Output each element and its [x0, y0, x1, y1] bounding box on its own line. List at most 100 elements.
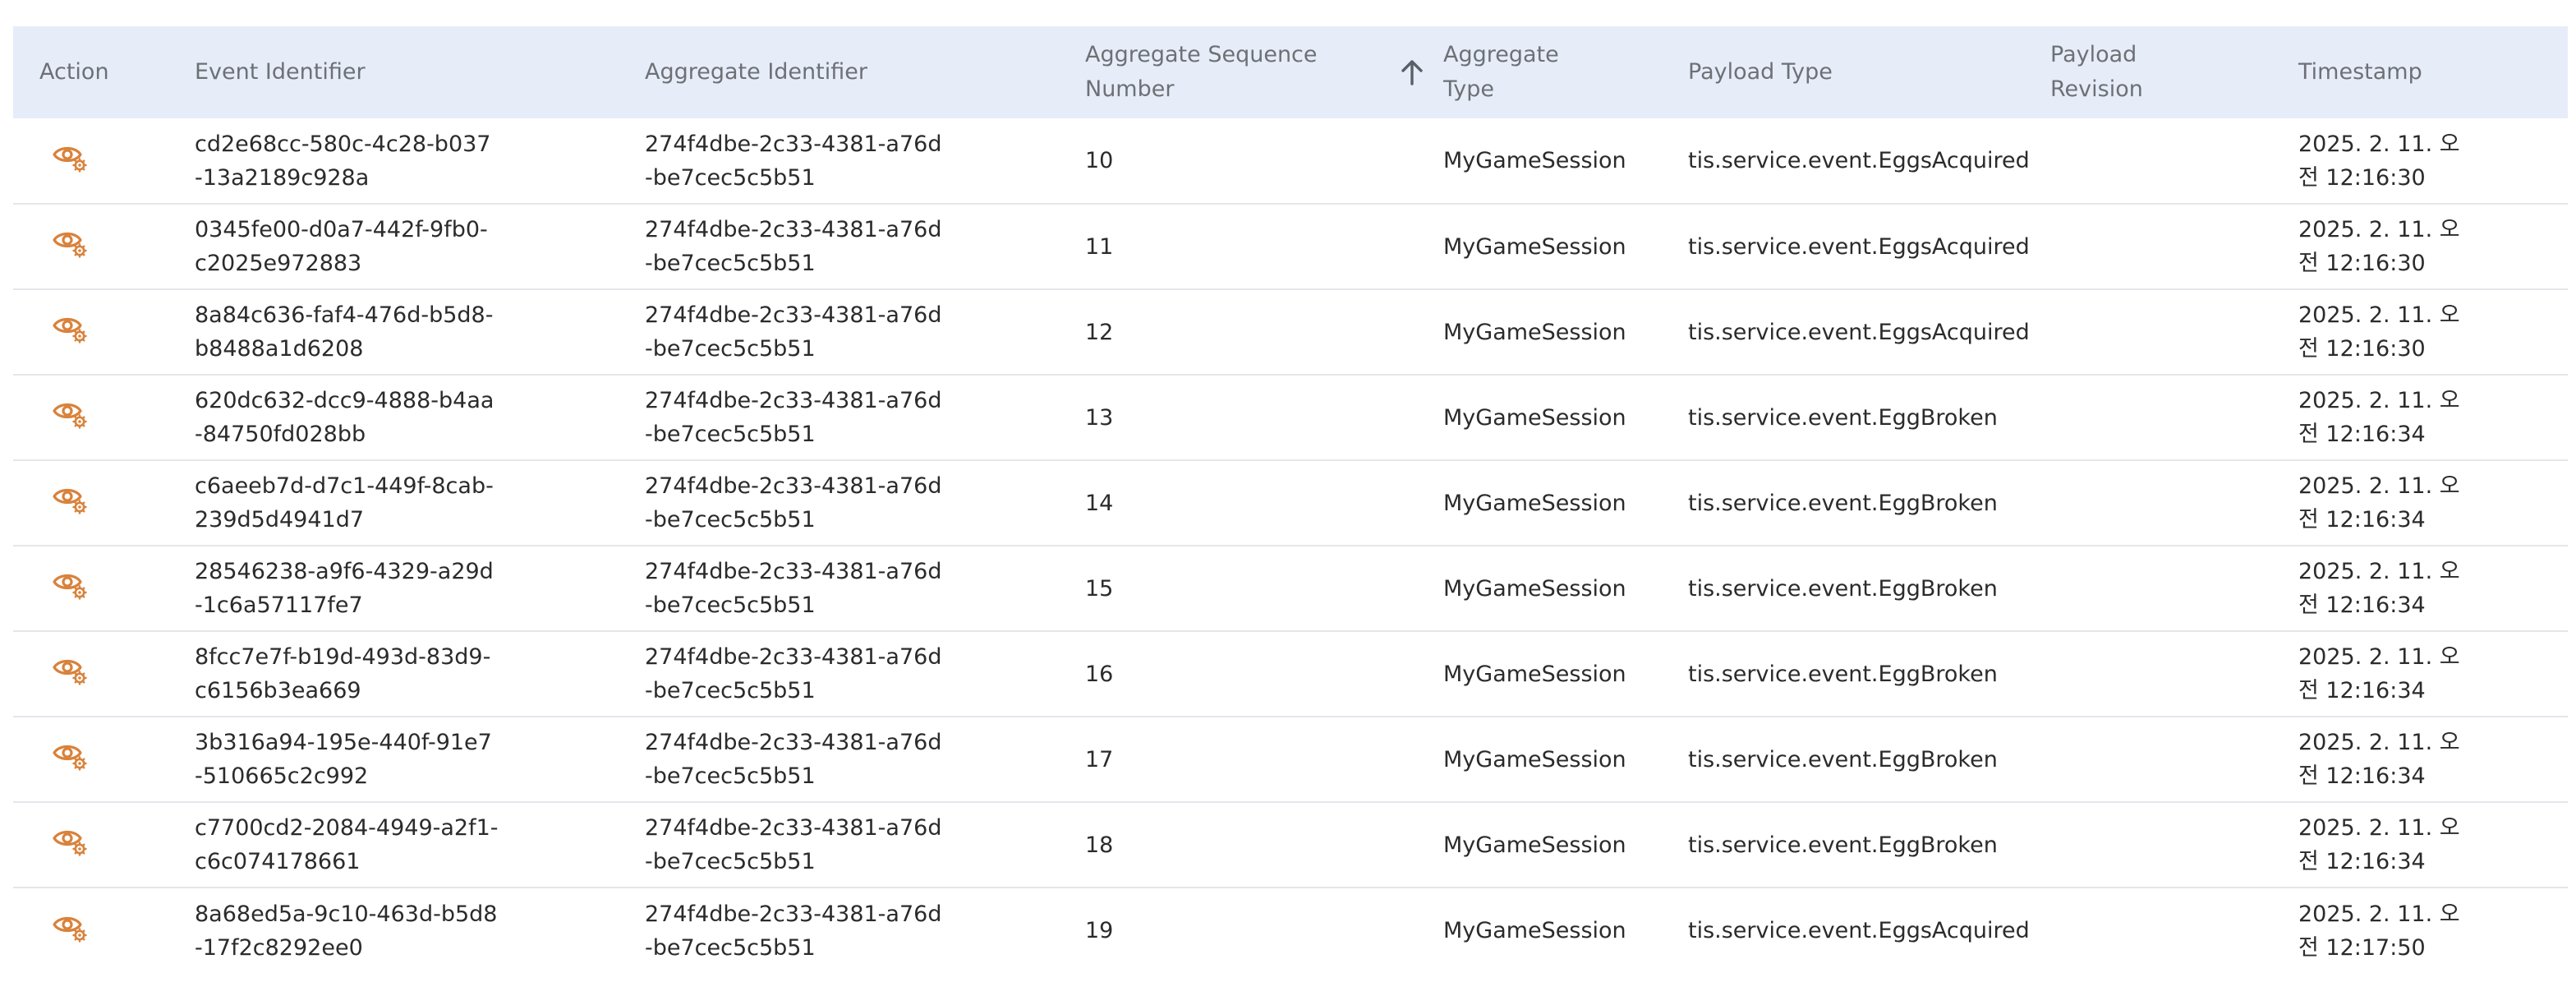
table-row[interactable]: 8a68ed5a-9c10-463d-b5d8-17f2c8292ee0 274…	[13, 888, 2568, 973]
sequence-number-text: 14	[1085, 490, 1114, 516]
column-header-aggregate-sequence-number[interactable]: Aggregate Sequence Number	[1085, 26, 1443, 118]
eye-gear-icon	[53, 745, 87, 771]
payload-type-cell: tis.service.event.EggBroken	[1688, 631, 2050, 717]
action-cell	[13, 289, 195, 375]
payload-type-text: tis.service.event.EggBroken	[1688, 832, 1998, 858]
event-identifier-text: 8a68ed5a-9c10-463d-b5d8-17f2c8292ee0	[195, 901, 498, 961]
table-row[interactable]: c7700cd2-2084-4949-a2f1-c6c074178661 274…	[13, 802, 2568, 888]
view-event-button[interactable]	[51, 307, 90, 347]
aggregate-identifier-cell: 274f4dbe-2c33-4381-a76d-be7cec5c5b51	[645, 118, 1085, 204]
aggregate-type-text: MyGameSession	[1443, 661, 1626, 687]
table-row[interactable]: c6aeeb7d-d7c1-449f-8cab-239d5d4941d7 274…	[13, 460, 2568, 546]
eye-gear-icon	[53, 659, 87, 685]
aggregate-type-cell: MyGameSession	[1443, 204, 1688, 289]
payload-type-cell: tis.service.event.EggBroken	[1688, 802, 2050, 888]
payload-type-cell: tis.service.event.EggBroken	[1688, 546, 2050, 631]
payload-revision-cell	[2050, 118, 2298, 204]
column-header-timestamp[interactable]: Timestamp	[2298, 26, 2568, 118]
eye-gear-icon	[53, 232, 87, 258]
timestamp-text: 2025. 2. 11. 오전 12:16:34	[2298, 388, 2460, 447]
column-header-label: Aggregate Identifier	[645, 59, 867, 85]
view-event-button[interactable]	[51, 136, 90, 176]
aggregate-type-cell: MyGameSession	[1443, 460, 1688, 546]
sort-ascending-icon[interactable]	[1399, 58, 1425, 86]
event-identifier-cell: 28546238-a9f6-4329-a29d-1c6a57117fe7	[195, 546, 645, 631]
sequence-number-text: 19	[1085, 918, 1114, 943]
timestamp-cell: 2025. 2. 11. 오전 12:16:34	[2298, 802, 2568, 888]
table-row[interactable]: 8fcc7e7f-b19d-493d-83d9-c6156b3ea669 274…	[13, 631, 2568, 717]
table-row[interactable]: 620dc632-dcc9-4888-b4aa-84750fd028bb 274…	[13, 375, 2568, 460]
sequence-number-text: 12	[1085, 319, 1114, 345]
aggregate-identifier-cell: 274f4dbe-2c33-4381-a76d-be7cec5c5b51	[645, 802, 1085, 888]
aggregate-type-cell: MyGameSession	[1443, 717, 1688, 802]
timestamp-text: 2025. 2. 11. 오전 12:16:34	[2298, 473, 2460, 533]
event-identifier-text: 620dc632-dcc9-4888-b4aa-84750fd028bb	[195, 388, 494, 447]
column-header-event-identifier[interactable]: Event Identifier	[195, 26, 645, 118]
event-identifier-text: 0345fe00-d0a7-442f-9fb0-c2025e972883	[195, 217, 488, 276]
column-header-payload-type[interactable]: Payload Type	[1688, 26, 2050, 118]
event-identifier-cell: 8a68ed5a-9c10-463d-b5d8-17f2c8292ee0	[195, 888, 645, 973]
timestamp-text: 2025. 2. 11. 오전 12:16:34	[2298, 559, 2460, 618]
aggregate-type-text: MyGameSession	[1443, 404, 1626, 431]
payload-type-cell: tis.service.event.EggBroken	[1688, 460, 2050, 546]
timestamp-cell: 2025. 2. 11. 오전 12:16:30	[2298, 204, 2568, 289]
column-header-aggregate-type[interactable]: Aggregate Type	[1443, 26, 1688, 118]
table-row[interactable]: cd2e68cc-580c-4c28-b037-13a2189c928a 274…	[13, 118, 2568, 204]
aggregate-type-cell: MyGameSession	[1443, 888, 1688, 973]
view-event-button[interactable]	[51, 735, 90, 774]
timestamp-text: 2025. 2. 11. 오전 12:17:50	[2298, 901, 2460, 961]
table-row[interactable]: 28546238-a9f6-4329-a29d-1c6a57117fe7 274…	[13, 546, 2568, 631]
aggregate-type-cell: MyGameSession	[1443, 631, 1688, 717]
timestamp-text: 2025. 2. 11. 오전 12:16:30	[2298, 217, 2460, 276]
payload-revision-cell	[2050, 375, 2298, 460]
aggregate-type-text: MyGameSession	[1443, 575, 1626, 602]
table-row[interactable]: 0345fe00-d0a7-442f-9fb0-c2025e972883 274…	[13, 204, 2568, 289]
sequence-number-text: 18	[1085, 832, 1114, 858]
event-identifier-cell: 620dc632-dcc9-4888-b4aa-84750fd028bb	[195, 375, 645, 460]
column-header-label: Event Identifier	[195, 59, 366, 85]
aggregate-identifier-cell: 274f4dbe-2c33-4381-a76d-be7cec5c5b51	[645, 888, 1085, 973]
aggregate-identifier-text: 274f4dbe-2c33-4381-a76d-be7cec5c5b51	[645, 815, 942, 874]
event-identifier-cell: 0345fe00-d0a7-442f-9fb0-c2025e972883	[195, 204, 645, 289]
timestamp-text: 2025. 2. 11. 오전 12:16:34	[2298, 815, 2460, 874]
aggregate-identifier-cell: 274f4dbe-2c33-4381-a76d-be7cec5c5b51	[645, 717, 1085, 802]
timestamp-cell: 2025. 2. 11. 오전 12:16:34	[2298, 375, 2568, 460]
view-event-button[interactable]	[51, 393, 90, 432]
column-header-label: Payload Type	[1688, 59, 1833, 85]
payload-type-cell: tis.service.event.EggsAcquired	[1688, 204, 2050, 289]
table-row[interactable]: 3b316a94-195e-440f-91e7-510665c2c992 274…	[13, 717, 2568, 802]
event-identifier-cell: c6aeeb7d-d7c1-449f-8cab-239d5d4941d7	[195, 460, 645, 546]
aggregate-identifier-text: 274f4dbe-2c33-4381-a76d-be7cec5c5b51	[645, 217, 942, 276]
aggregate-type-text: MyGameSession	[1443, 832, 1626, 858]
eye-gear-icon	[53, 830, 87, 856]
view-event-button[interactable]	[51, 820, 90, 860]
action-cell	[13, 717, 195, 802]
sequence-number-text: 13	[1085, 404, 1114, 431]
timestamp-text: 2025. 2. 11. 오전 12:16:34	[2298, 644, 2460, 703]
aggregate-type-cell: MyGameSession	[1443, 546, 1688, 631]
sequence-number-cell: 19	[1085, 888, 1443, 973]
view-event-button[interactable]	[51, 564, 90, 603]
payload-type-cell: tis.service.event.EggBroken	[1688, 717, 2050, 802]
payload-type-cell: tis.service.event.EggsAcquired	[1688, 289, 2050, 375]
view-event-button[interactable]	[51, 649, 90, 689]
column-header-payload-revision[interactable]: Payload Revision	[2050, 26, 2298, 118]
column-header-aggregate-identifier[interactable]: Aggregate Identifier	[645, 26, 1085, 118]
action-cell	[13, 460, 195, 546]
action-cell	[13, 631, 195, 717]
view-event-button[interactable]	[51, 906, 90, 946]
payload-revision-cell	[2050, 546, 2298, 631]
view-event-button[interactable]	[51, 478, 90, 518]
payload-revision-cell	[2050, 717, 2298, 802]
table-row[interactable]: 8a84c636-faf4-476d-b5d8-b8488a1d6208 274…	[13, 289, 2568, 375]
aggregate-type-text: MyGameSession	[1443, 746, 1626, 772]
action-cell	[13, 204, 195, 289]
payload-type-text: tis.service.event.EggsAcquired	[1688, 918, 2030, 943]
view-event-button[interactable]	[51, 222, 90, 261]
payload-revision-cell	[2050, 802, 2298, 888]
column-header-action: Action	[13, 26, 195, 118]
event-identifier-cell: c7700cd2-2084-4949-a2f1-c6c074178661	[195, 802, 645, 888]
timestamp-text: 2025. 2. 11. 오전 12:16:30	[2298, 131, 2460, 191]
timestamp-cell: 2025. 2. 11. 오전 12:16:34	[2298, 631, 2568, 717]
sequence-number-text: 17	[1085, 746, 1114, 772]
